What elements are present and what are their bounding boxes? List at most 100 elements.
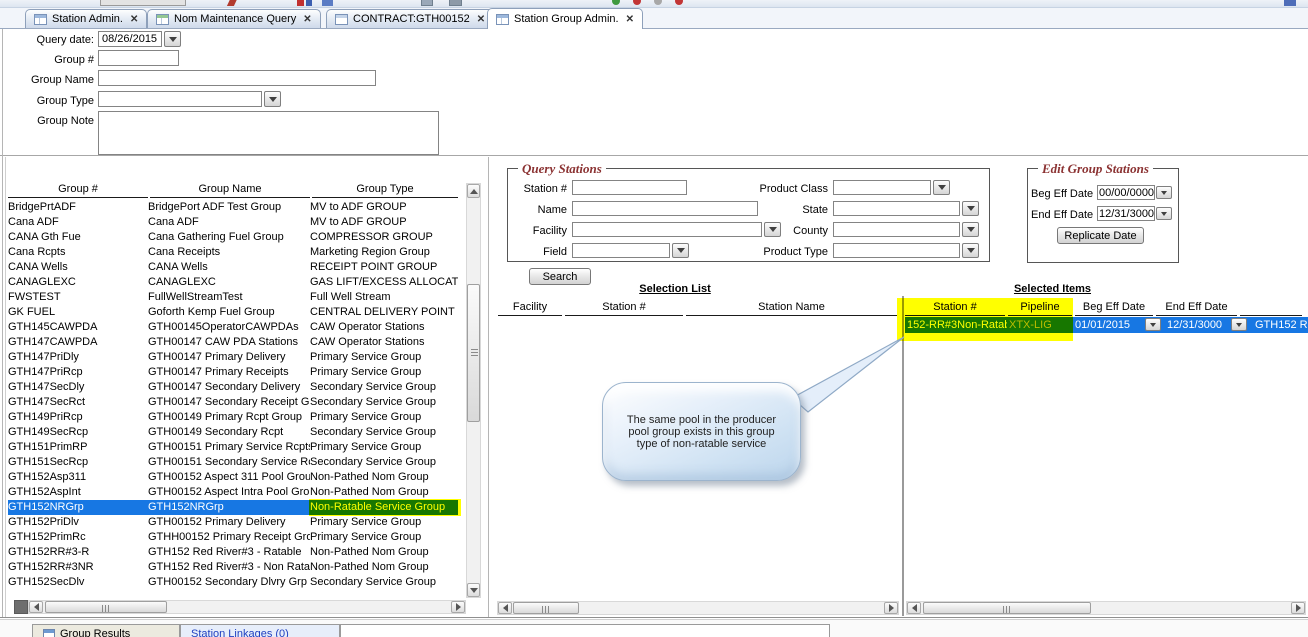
bottom-tab-group-results[interactable]: Group Results [32,624,180,637]
facility-input[interactable] [572,222,762,237]
horizontal-scrollbar[interactable] [906,601,1306,615]
beg-eff-date-dropdown-button[interactable] [1156,186,1172,199]
column-header[interactable] [1240,301,1302,316]
group-table-row[interactable]: FWSTESTFullWellStreamTestFull Well Strea… [8,290,458,305]
column-header[interactable]: Group Name [150,183,310,198]
group-number-input[interactable] [98,50,179,66]
toolbar-status-red2-icon[interactable] [675,0,683,5]
group-table-row[interactable]: CANA WellsCANA WellsRECEIPT POINT GROUP [8,260,458,275]
column-header[interactable]: Station # [565,301,683,316]
end-date-dropdown-button[interactable] [1231,318,1247,331]
group-table-row[interactable]: CANA Gth FueCana Gathering Fuel GroupCOM… [8,230,458,245]
product-class-dropdown-button[interactable] [933,180,950,195]
bottom-tab-station-linkages[interactable]: Station Linkages (0) [180,624,340,637]
group-table-row[interactable]: GTH152SecDlvGTH00152 Secondary Dlvry Grp… [8,575,458,590]
group-table-row[interactable]: Cana ADFCana ADFMV to ADF GROUP [8,215,458,230]
selected-items-row[interactable]: 152-RR#3Non-Ratable XTX-LIG 01/01/2015 1… [905,317,1308,333]
group-name-input[interactable] [98,70,376,86]
query-date-dropdown-button[interactable] [164,31,181,47]
scroll-down-button[interactable] [467,583,480,597]
scrollbar-thumb[interactable] [467,284,480,422]
station-number-input[interactable] [572,180,687,195]
group-table-row[interactable]: GTH147SecRctGTH00147 Secondary Receipt G… [8,395,458,410]
state-input[interactable] [833,201,960,216]
field-input[interactable] [572,243,670,258]
group-table-row[interactable]: GTH149PriRcpGTH00149 Primary Rcpt GroupP… [8,410,458,425]
scroll-left-button[interactable] [907,602,921,614]
group-table-row[interactable]: GTH151SecRcpGTH00151 Secondary Service R… [8,455,458,470]
horizontal-scrollbar[interactable] [28,600,466,614]
product-type-input[interactable] [833,243,960,258]
scroll-left-button[interactable] [498,602,512,614]
column-header[interactable]: Station # [905,301,1005,316]
toolbar-pen-icon[interactable] [227,0,238,6]
toolbar-status-gray-icon[interactable] [654,0,662,5]
field-dropdown-button[interactable] [672,243,689,258]
column-header[interactable]: Pipeline [1008,301,1072,316]
toolbar-sort-icon[interactable] [297,0,304,6]
county-input[interactable] [833,222,960,237]
close-icon[interactable]: ✕ [128,14,138,25]
group-table-row[interactable]: CANAGLEXCCANAGLEXCGAS LIFT/EXCESS ALLOCA… [8,275,458,290]
group-table-row[interactable]: GTH152PriDlvGTH00152 Primary DeliveryPri… [8,515,458,530]
toolbar-status-red-icon[interactable] [633,0,641,5]
toolbar-sort-arrow-icon[interactable] [306,0,312,6]
scrollbar-thumb[interactable] [923,602,1091,614]
group-table-row[interactable]: GK FUELGoforth Kemp Fuel GroupCENTRAL DE… [8,305,458,320]
end-eff-date-dropdown-button[interactable] [1156,207,1172,220]
group-table-row[interactable]: GTH152AspIntGTH00152 Aspect Intra Pool G… [8,485,458,500]
beg-eff-date-field[interactable]: 00/00/0000 [1097,185,1155,200]
scroll-right-button[interactable] [451,601,465,613]
state-dropdown-button[interactable] [962,201,979,216]
product-class-input[interactable] [833,180,931,195]
column-header[interactable]: Beg Eff Date [1075,301,1153,316]
group-table-row[interactable]: GTH152RR#3NRGTH152 Red River#3 - Non Rat… [8,560,458,575]
tab-station-group-admin[interactable]: Station Group Admin. ✕ [487,8,643,29]
scroll-right-button[interactable] [1291,602,1305,614]
replicate-date-button[interactable]: Replicate Date [1057,227,1144,244]
column-header[interactable]: End Eff Date [1156,301,1237,316]
column-header[interactable]: Facility [498,301,562,316]
group-table-row[interactable]: BridgePrtADFBridgePort ADF Test GroupMV … [8,200,458,215]
column-header[interactable]: Group Type [312,183,458,198]
group-table-row[interactable]: GTH152RR#3-RGTH152 Red River#3 - Ratable… [8,545,458,560]
toolbar-grid-icon[interactable] [322,0,333,6]
scrollbar-corner-box[interactable] [14,600,28,614]
close-icon[interactable]: ✕ [475,14,485,25]
group-table-row[interactable]: Cana RcptsCana ReceiptsMarketing Region … [8,245,458,260]
group-table-row[interactable]: GTH147SecDlyGTH00147 Secondary DeliveryS… [8,380,458,395]
station-name-input[interactable] [572,201,758,216]
horizontal-scrollbar[interactable] [497,601,899,615]
group-table-row[interactable]: GTH152NRGrpGTH152NRGrpNon-Ratable Servic… [8,500,458,515]
county-dropdown-button[interactable] [962,222,979,237]
tab-nom-maintenance-query[interactable]: Nom Maintenance Query ✕ [147,9,321,28]
toolbar-print-icon[interactable] [449,0,462,6]
toolbar-status-green-icon[interactable] [612,0,620,5]
beg-date-dropdown-button[interactable] [1145,318,1161,331]
group-table-row[interactable]: GTH147CAWPDAGTH00147 CAW PDA StationsCAW… [8,335,458,350]
scrollbar-thumb[interactable] [513,602,579,614]
close-icon[interactable]: ✕ [624,14,634,25]
scrollbar-thumb[interactable] [45,601,167,613]
close-icon[interactable]: ✕ [301,14,311,25]
group-type-dropdown-button[interactable] [264,91,281,107]
toolbar-dropdown-fragment[interactable] [100,0,186,6]
group-table-row[interactable]: GTH151PrimRPGTH00151 Primary Service Rcp… [8,440,458,455]
tab-contract[interactable]: CONTRACT:GTH00152 ✕ [326,9,494,28]
tab-station-admin[interactable]: Station Admin. ✕ [25,9,147,28]
group-table-row[interactable]: GTH147PriDlyGTH00147 Primary DeliveryPri… [8,350,458,365]
group-table-row[interactable]: GTH152PrimRcGTHH00152 Primary Receipt Gr… [8,530,458,545]
product-type-dropdown-button[interactable] [962,243,979,258]
toolbar-help-icon[interactable] [1284,0,1296,6]
group-note-textarea[interactable] [98,111,439,155]
query-date-field[interactable]: 08/26/2015 [98,31,162,47]
scroll-right-button[interactable] [884,602,898,614]
column-header[interactable]: Station Name [686,301,897,316]
search-button[interactable]: Search [529,268,591,285]
group-table-row[interactable]: GTH149SecRcpGTH00149 Secondary RcptSecon… [8,425,458,440]
end-eff-date-field[interactable]: 12/31/3000 [1097,206,1155,221]
column-header[interactable]: Group # [8,183,148,198]
group-table-row[interactable]: GTH152Asp311GTH00152 Aspect 311 Pool Gro… [8,470,458,485]
group-table-row[interactable]: GTH145CAWPDAGTH00145OperatorCAWPDAsCAW O… [8,320,458,335]
toolbar-save-icon[interactable] [421,0,433,6]
